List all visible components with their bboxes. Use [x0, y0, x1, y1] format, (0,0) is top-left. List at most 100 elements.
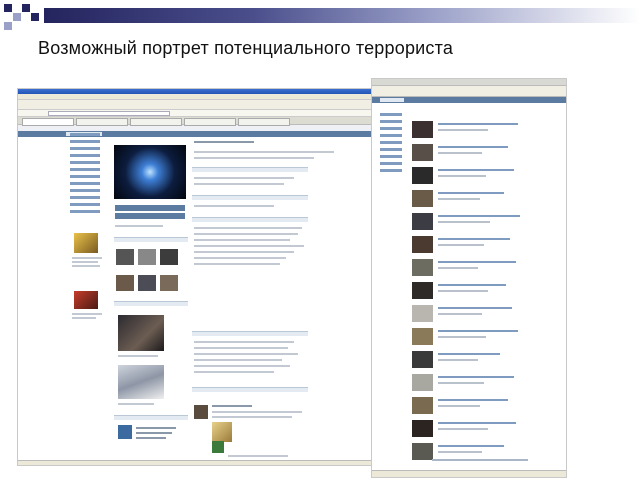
info-section-header [192, 167, 308, 172]
wall-post-avatar [194, 405, 208, 419]
nav-link [380, 155, 402, 158]
profile-info [194, 371, 274, 373]
profile-left-nav [70, 133, 110, 217]
info-section-header [192, 195, 308, 200]
browser-title-bar [372, 79, 566, 86]
profile-info [194, 227, 302, 229]
nav-link [380, 113, 402, 116]
nav-link [70, 175, 100, 178]
video-meta [438, 428, 488, 430]
group-link [136, 427, 176, 429]
video-title [438, 192, 504, 194]
profile-avatar [114, 145, 186, 199]
browser-toolbar [18, 100, 408, 110]
video-list-item [410, 374, 560, 393]
profile-info [194, 245, 304, 247]
video-meta [438, 405, 480, 407]
photo-caption [118, 355, 158, 357]
video-list-item [410, 190, 560, 209]
group-link [136, 437, 166, 439]
nav-link [70, 210, 100, 213]
video-list-item [410, 259, 560, 278]
profile-info [194, 251, 294, 253]
video-title [438, 307, 512, 309]
slide-title: Возможный портрет потенциального террори… [38, 38, 454, 58]
education-section-header [192, 331, 308, 336]
video-thumbnail [412, 351, 433, 368]
video-meta [438, 359, 478, 361]
video-list-item [410, 121, 560, 140]
video-title [438, 169, 514, 171]
site-header [372, 97, 566, 103]
video-thumbnail [412, 397, 433, 414]
video-thumbnail [412, 167, 433, 184]
wall-section-header [192, 387, 308, 392]
profile-photo [118, 365, 164, 399]
group-image [118, 425, 132, 439]
browser-address-bar [18, 110, 408, 117]
nav-link [70, 196, 100, 199]
video-title [438, 445, 504, 447]
profile-info [194, 359, 282, 361]
wall-post-text [212, 416, 292, 418]
video-title [438, 215, 520, 217]
nav-link [70, 168, 100, 171]
profile-info [194, 341, 294, 343]
video-thumbnail [412, 328, 433, 345]
ad-image [74, 233, 98, 253]
ad-text [72, 265, 100, 267]
video-thumbnail [412, 282, 433, 299]
video-list-item [410, 351, 560, 370]
ad-text [72, 313, 102, 315]
video-meta [438, 129, 488, 131]
browser-tab [130, 118, 182, 126]
video-list-item [410, 397, 560, 416]
nav-link [380, 134, 402, 137]
video-thumbnail [412, 305, 433, 322]
profile-info [194, 233, 298, 235]
profile-info [194, 205, 274, 207]
nav-link [380, 162, 402, 165]
video-list-item [410, 167, 560, 186]
profile-info [194, 183, 284, 185]
decorative-gradient-bar [44, 8, 640, 23]
video-title [438, 261, 516, 263]
send-message-button [115, 205, 185, 211]
wall-post-image [212, 441, 224, 453]
wall-post-image [212, 422, 232, 442]
nav-link [70, 133, 100, 136]
info-section-header [192, 217, 308, 222]
wall-post-meta [228, 455, 288, 457]
decorative-square-3 [22, 4, 30, 12]
ad-image [74, 291, 98, 309]
browser-tab [22, 118, 74, 126]
video-meta [438, 290, 488, 292]
video-thumbnail [412, 121, 433, 138]
ad-text [72, 261, 98, 263]
video-title [438, 330, 518, 332]
video-meta [438, 313, 482, 315]
video-list-item [410, 305, 560, 324]
video-meta [438, 198, 480, 200]
add-friend-button [115, 213, 185, 219]
nav-link [70, 182, 100, 185]
video-title [438, 376, 514, 378]
browser-toolbar [372, 86, 566, 97]
video-title [438, 284, 506, 286]
screenshot-video-list [371, 78, 567, 478]
nav-link [380, 120, 402, 123]
video-meta [438, 152, 482, 154]
site-logo [380, 98, 404, 102]
profile-info [194, 347, 288, 349]
nav-link [380, 141, 402, 144]
video-list [410, 121, 560, 466]
ad-text [72, 317, 96, 319]
profile-link [115, 225, 163, 227]
browser-tab [76, 118, 128, 126]
nav-link [70, 203, 100, 206]
video-thumbnail [412, 213, 433, 230]
browser-tabs [18, 117, 408, 126]
profile-info [194, 263, 280, 265]
page-footer-links [432, 459, 528, 461]
video-thumbnail [412, 443, 433, 460]
